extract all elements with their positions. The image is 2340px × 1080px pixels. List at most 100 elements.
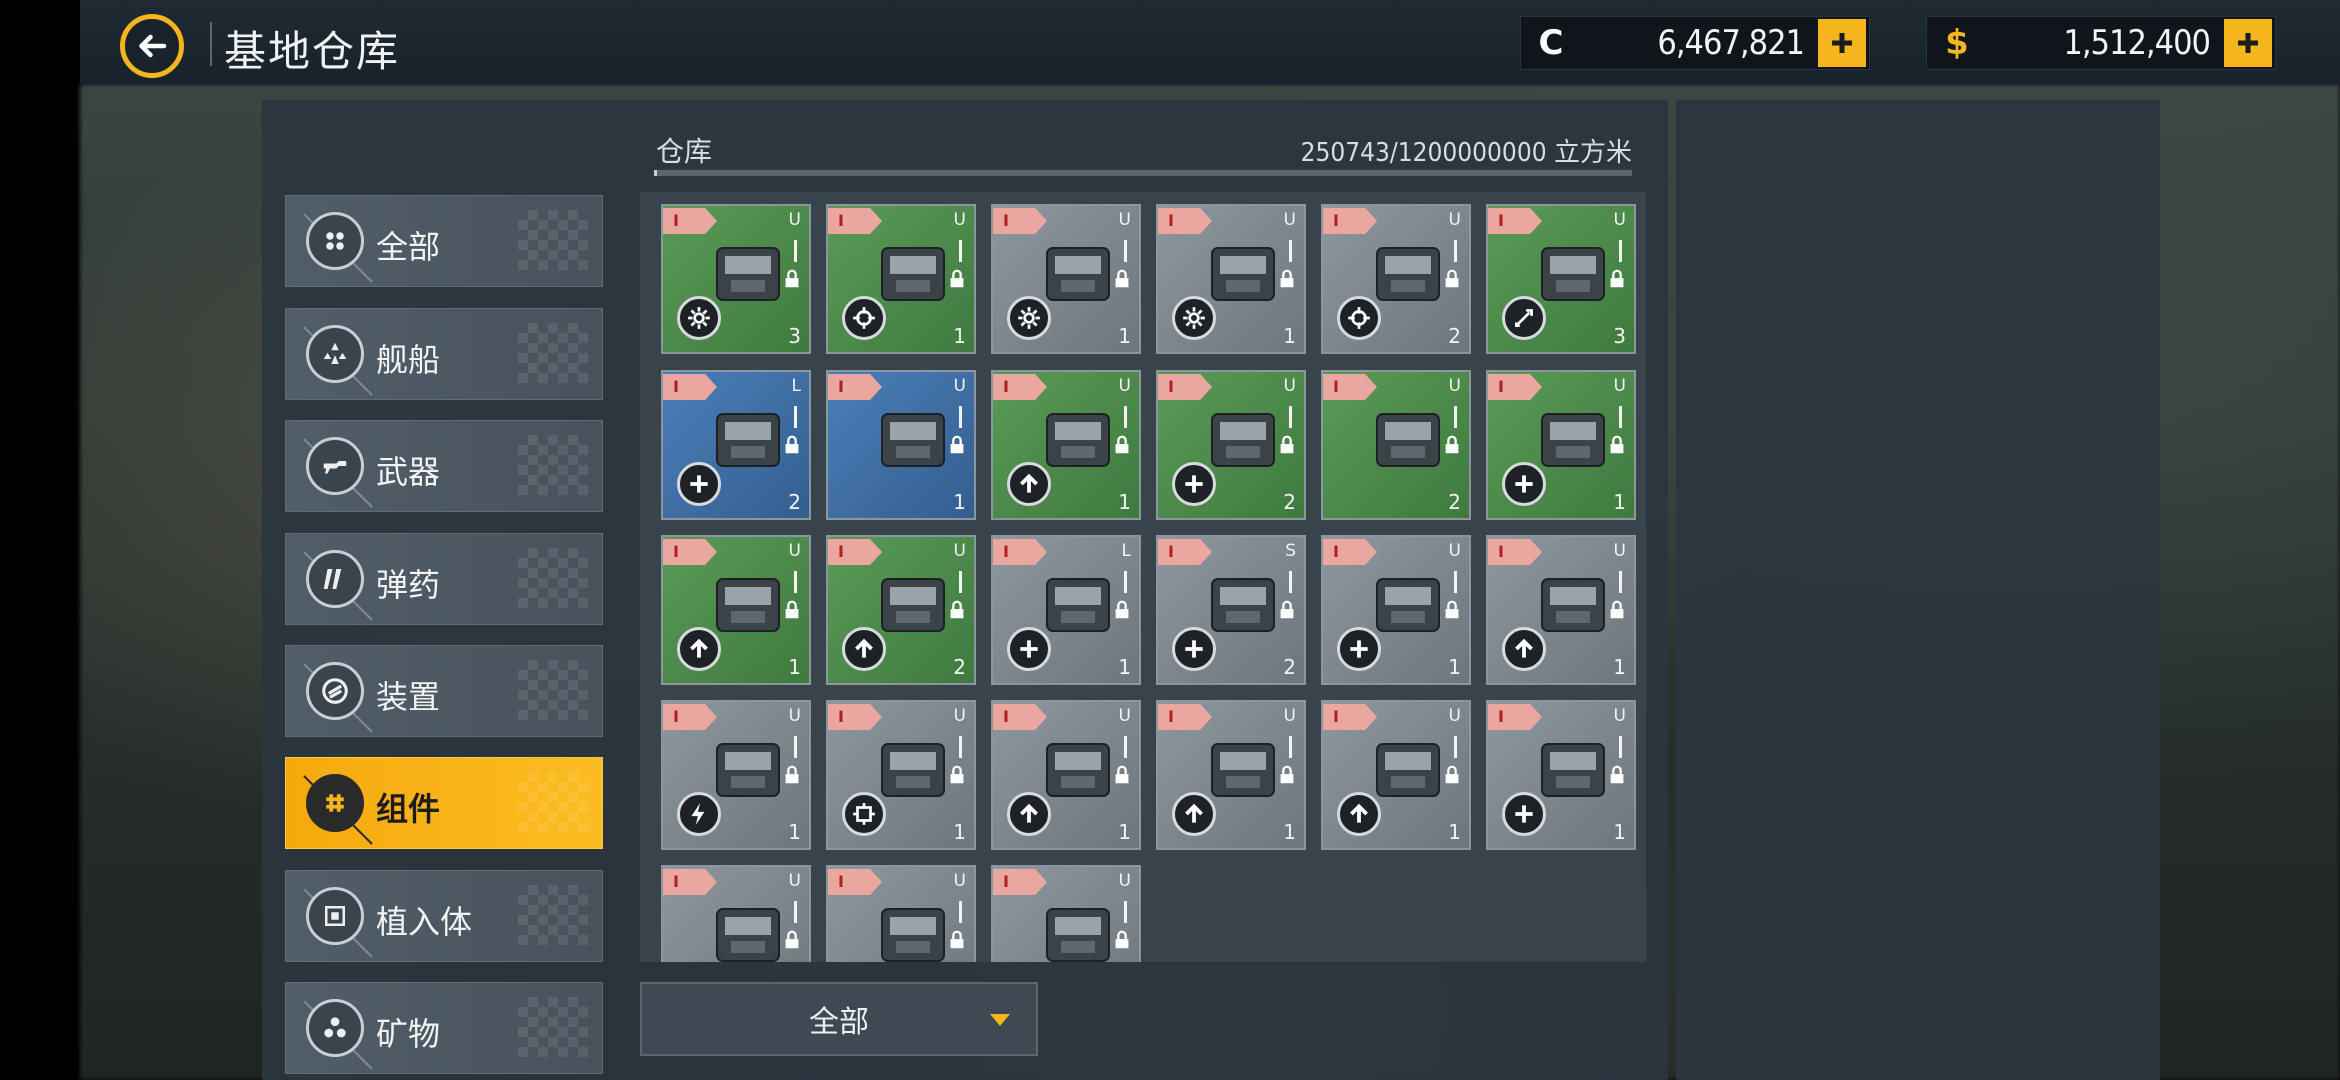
quantity: 2 bbox=[1448, 490, 1461, 514]
filter-selected-label: 全部 bbox=[809, 1005, 869, 1040]
quantity: 1 bbox=[1613, 655, 1626, 679]
weapon-icon bbox=[306, 437, 364, 495]
arrow-up-icon bbox=[1007, 462, 1051, 506]
add-dollars-button[interactable] bbox=[2224, 19, 2272, 67]
size-class: U bbox=[953, 706, 966, 726]
lock-icon bbox=[1445, 269, 1459, 288]
category-item-1[interactable]: 舰船 bbox=[285, 308, 603, 400]
target-square-icon bbox=[842, 792, 886, 836]
size-class: U bbox=[1448, 210, 1461, 230]
checker-decoration bbox=[518, 323, 588, 383]
quantity: 2 bbox=[953, 655, 966, 679]
quantity: 2 bbox=[1283, 490, 1296, 514]
level-bar bbox=[794, 736, 797, 758]
quantity: 1 bbox=[788, 655, 801, 679]
item-slot[interactable]: IU1 bbox=[1486, 370, 1636, 520]
item-slot[interactable]: IU1 bbox=[826, 370, 976, 520]
item-slot[interactable]: IU bbox=[661, 865, 811, 962]
grid-dots-icon bbox=[306, 212, 364, 270]
size-class: U bbox=[953, 210, 966, 230]
quantity: 2 bbox=[788, 490, 801, 514]
lock-icon bbox=[950, 435, 964, 454]
item-slot[interactable]: IU1 bbox=[1486, 700, 1636, 850]
item-slot[interactable]: IU2 bbox=[826, 535, 976, 685]
item-slot[interactable]: IU1 bbox=[1321, 700, 1471, 850]
item-slot[interactable]: IU1 bbox=[826, 700, 976, 850]
ammo-icon bbox=[306, 550, 364, 608]
item-slot[interactable]: IU1 bbox=[661, 700, 811, 850]
item-grid[interactable]: IU3IU1IU1IU1IU2IU3IL2IU1IU1IU2IU2IU1IU1I… bbox=[640, 192, 1646, 962]
level-bar bbox=[1124, 406, 1127, 428]
quantity: 1 bbox=[1118, 324, 1131, 348]
add-credits-button[interactable] bbox=[1818, 19, 1866, 67]
device-icon bbox=[306, 662, 364, 720]
item-slot[interactable]: IU2 bbox=[1156, 370, 1306, 520]
item-slot[interactable]: IU1 bbox=[661, 535, 811, 685]
item-slot[interactable]: IU1 bbox=[1156, 700, 1306, 850]
quantity: 2 bbox=[1448, 324, 1461, 348]
lock-icon bbox=[1445, 435, 1459, 454]
item-slot[interactable]: IU3 bbox=[661, 204, 811, 354]
category-item-5[interactable]: 组件 bbox=[285, 757, 603, 849]
lightning-icon bbox=[677, 792, 721, 836]
item-slot[interactable]: IS2 bbox=[1156, 535, 1306, 685]
item-slot[interactable]: IL1 bbox=[991, 535, 1141, 685]
item-slot[interactable]: IU2 bbox=[1321, 204, 1471, 354]
mineral-icon bbox=[306, 999, 364, 1057]
back-button[interactable] bbox=[120, 14, 184, 78]
quantity: 1 bbox=[788, 820, 801, 844]
lock-icon bbox=[785, 765, 799, 784]
lock-icon bbox=[1445, 600, 1459, 619]
category-item-2[interactable]: 武器 bbox=[285, 420, 603, 512]
item-slot[interactable]: IL2 bbox=[661, 370, 811, 520]
plus-circle-icon bbox=[677, 462, 721, 506]
item-slot[interactable]: IU3 bbox=[1486, 204, 1636, 354]
item-slot[interactable]: IU1 bbox=[991, 700, 1141, 850]
item-slot[interactable]: IU1 bbox=[1486, 535, 1636, 685]
item-slot[interactable]: IU1 bbox=[991, 204, 1141, 354]
quantity: 1 bbox=[1118, 820, 1131, 844]
filter-dropdown[interactable]: 全部 bbox=[640, 982, 1038, 1056]
size-class: U bbox=[788, 871, 801, 891]
category-item-4[interactable]: 装置 bbox=[285, 645, 603, 737]
quantity: 1 bbox=[1613, 490, 1626, 514]
warehouse-capacity: 250743/1200000000 立方米 bbox=[1300, 138, 1632, 168]
category-item-7[interactable]: 矿物 bbox=[285, 982, 603, 1074]
size-class: U bbox=[1613, 706, 1626, 726]
size-class: U bbox=[953, 376, 966, 396]
quantity: 1 bbox=[1448, 655, 1461, 679]
item-slot[interactable]: IU bbox=[991, 865, 1141, 962]
size-class: U bbox=[1613, 376, 1626, 396]
lock-icon bbox=[1280, 435, 1294, 454]
level-bar bbox=[1289, 406, 1292, 428]
component-art bbox=[881, 908, 945, 962]
arrow-up-icon bbox=[1502, 627, 1546, 671]
credits-c-icon: C bbox=[1538, 23, 1564, 63]
quantity: 3 bbox=[788, 324, 801, 348]
size-class: U bbox=[953, 541, 966, 561]
crosshair-icon bbox=[1337, 296, 1381, 340]
gear-icon bbox=[1172, 296, 1216, 340]
category-label: 舰船 bbox=[376, 341, 441, 379]
lock-icon bbox=[950, 269, 964, 288]
item-slot[interactable]: IU bbox=[826, 865, 976, 962]
back-arrow-icon bbox=[139, 34, 167, 58]
category-item-0[interactable]: 全部 bbox=[285, 195, 603, 287]
item-slot[interactable]: IU2 bbox=[1321, 370, 1471, 520]
category-item-6[interactable]: 植入体 bbox=[285, 870, 603, 962]
size-class: U bbox=[1448, 541, 1461, 561]
item-slot[interactable]: IU1 bbox=[1156, 204, 1306, 354]
lock-icon bbox=[785, 435, 799, 454]
level-bar bbox=[959, 901, 962, 923]
item-slot[interactable]: IU1 bbox=[1321, 535, 1471, 685]
size-class: U bbox=[1283, 210, 1296, 230]
warehouse-label: 仓库 bbox=[656, 135, 713, 168]
size-class: U bbox=[1118, 376, 1131, 396]
category-item-3[interactable]: 弹药 bbox=[285, 533, 603, 625]
item-slot[interactable]: IU1 bbox=[826, 204, 976, 354]
size-class: U bbox=[788, 706, 801, 726]
item-slot[interactable]: IU1 bbox=[991, 370, 1141, 520]
lock-icon bbox=[950, 930, 964, 949]
level-bar bbox=[1289, 240, 1292, 262]
level-bar bbox=[1619, 406, 1622, 428]
